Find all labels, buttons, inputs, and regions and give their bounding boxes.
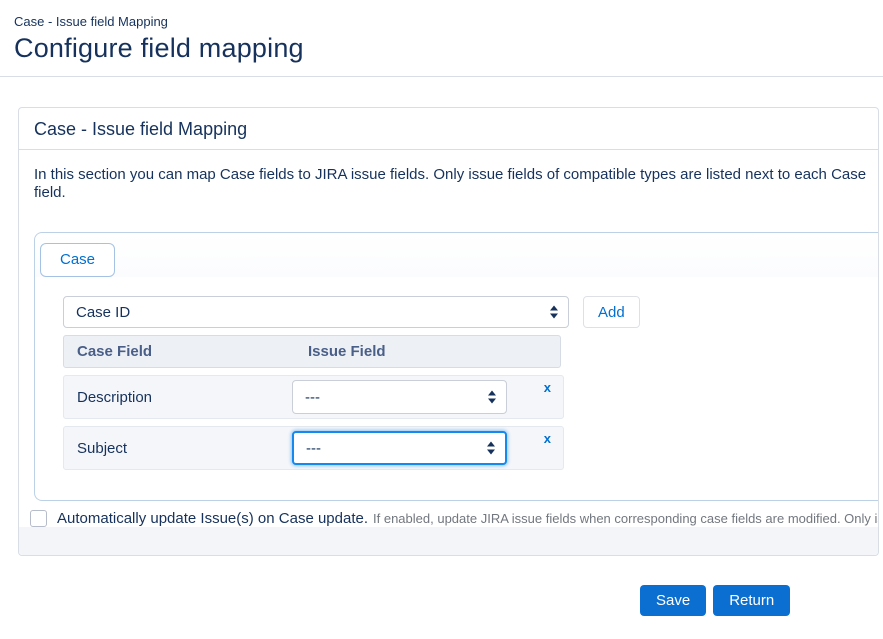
return-button[interactable]: Return <box>713 585 790 616</box>
issue-field-select-value: --- <box>305 389 320 406</box>
column-header-issue-field: Issue Field <box>308 343 386 360</box>
issue-field-select-subject[interactable]: --- <box>292 431 507 465</box>
case-field-select-value: Case ID <box>76 304 130 321</box>
issue-field-select-description[interactable]: --- <box>292 380 507 414</box>
tab-content: Case ID Add Case Field Issue Field Descr… <box>35 277 879 470</box>
tab-case[interactable]: Case <box>40 243 115 277</box>
tab-strip: Case <box>35 233 879 277</box>
remove-row-button[interactable]: x <box>544 381 551 394</box>
mapping-table: Case Field Issue Field Description --- x… <box>63 335 879 470</box>
breadcrumb[interactable]: Case - Issue field Mapping <box>14 14 883 29</box>
case-field-select[interactable]: Case ID <box>63 296 569 328</box>
card-body: In this section you can map Case fields … <box>19 150 878 527</box>
auto-update-help-text: If enabled, update JIRA issue fields whe… <box>373 511 878 526</box>
select-spinner-icon <box>488 391 496 404</box>
action-buttons: Save Return <box>640 585 790 616</box>
select-spinner-icon <box>487 442 495 455</box>
select-spinner-icon <box>550 306 558 319</box>
mapping-row-description: Description --- x <box>63 375 564 419</box>
issue-field-select-value: --- <box>306 440 321 457</box>
field-mapping-card: Case - Issue field Mapping In this secti… <box>18 107 879 556</box>
add-button[interactable]: Add <box>583 296 640 328</box>
case-field-label: Subject <box>64 440 292 457</box>
mapping-table-header: Case Field Issue Field <box>63 335 561 368</box>
card-header: Case - Issue field Mapping <box>19 108 878 150</box>
auto-update-label[interactable]: Automatically update Issue(s) on Case up… <box>57 510 368 527</box>
auto-update-row: Automatically update Issue(s) on Case up… <box>30 510 878 527</box>
mapping-row-subject: Subject --- x <box>63 426 564 470</box>
page-header: Case - Issue field Mapping Configure fie… <box>0 0 883 77</box>
remove-row-button[interactable]: x <box>544 432 551 445</box>
page-title: Configure field mapping <box>14 33 883 64</box>
column-header-case-field: Case Field <box>64 343 308 360</box>
save-button[interactable]: Save <box>640 585 706 616</box>
section-description: In this section you can map Case fields … <box>34 166 878 202</box>
case-field-label: Description <box>64 389 292 406</box>
card-footer <box>19 527 878 555</box>
auto-update-checkbox[interactable] <box>30 510 47 527</box>
field-picker-row: Case ID Add <box>63 296 879 328</box>
tab-container: Case Case ID Add Case Field Issue Field <box>34 232 879 501</box>
